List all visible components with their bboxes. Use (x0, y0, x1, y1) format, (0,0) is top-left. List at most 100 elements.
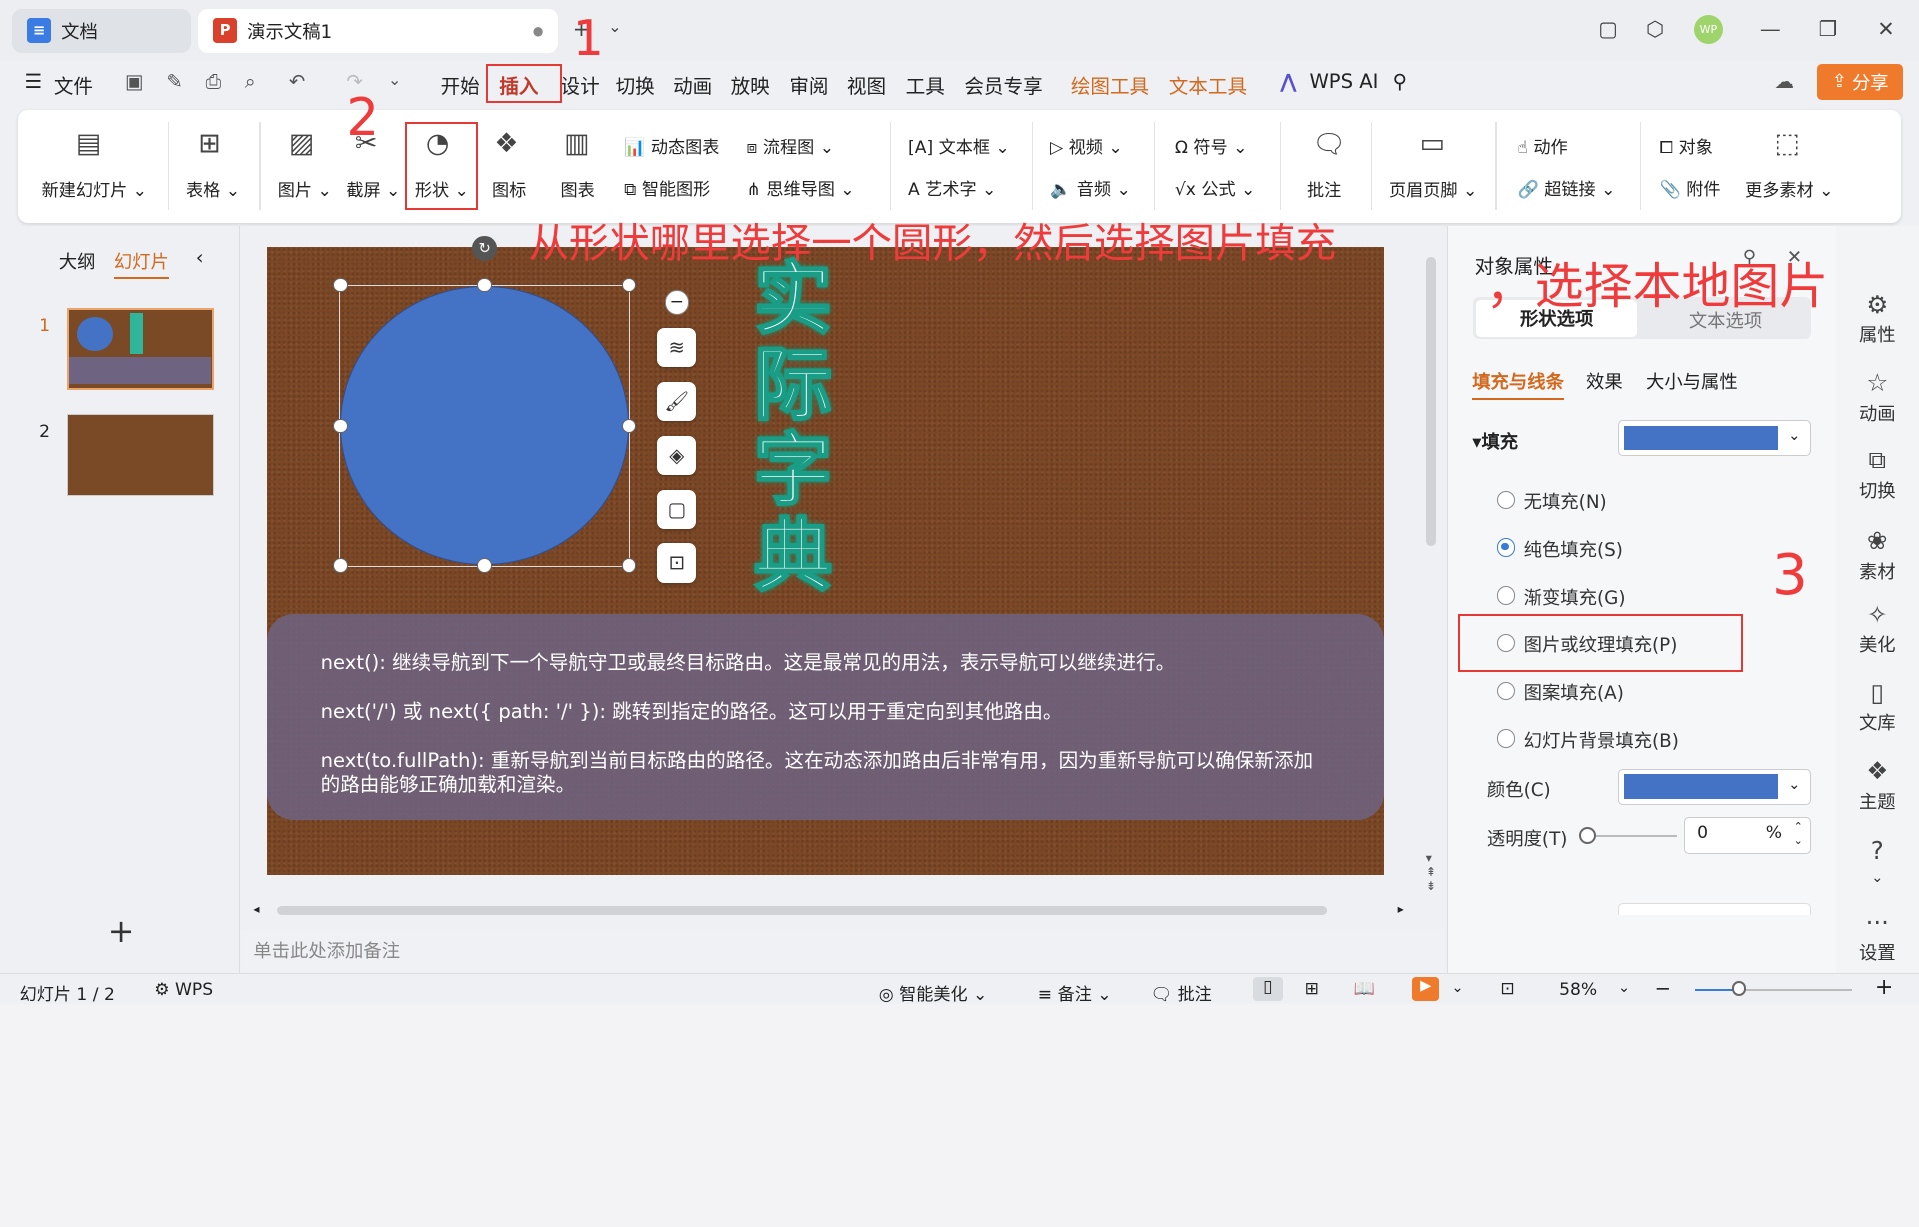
cloud-upload-icon[interactable]: ☁ (1775, 70, 1795, 93)
menu-drawing-tools[interactable]: 绘图工具 (1071, 70, 1149, 99)
resize-handle[interactable] (621, 558, 637, 573)
notes-input[interactable]: 单击此处添加备注 (241, 930, 1445, 972)
cube-icon[interactable]: ⬡ (1646, 17, 1664, 41)
sidebar-transition[interactable]: ⧉ 切换 (1836, 445, 1919, 502)
menu-review[interactable]: 审阅 (789, 70, 828, 99)
transparency-input[interactable]: 0% ⌃ ⌄ (1683, 817, 1812, 855)
outline-tab[interactable]: 大纲 (59, 248, 96, 274)
hamburger-icon[interactable]: ☰ (24, 70, 42, 93)
tab-docs[interactable]: ≡ 文档 (12, 8, 191, 53)
rotate-handle-icon[interactable]: ↻ (472, 236, 497, 261)
radio-gradient-fill[interactable] (1496, 586, 1516, 605)
picture-button[interactable]: 图片 ⌄ (278, 176, 332, 201)
symbol-button[interactable]: Ω 符号 ⌄ (1175, 133, 1248, 158)
notes-button[interactable]: ≡ 备注 ⌄ (1038, 980, 1112, 1003)
reading-view-icon[interactable]: 📖 (1354, 979, 1375, 999)
scroll-right-icon[interactable]: ▸ (1398, 902, 1404, 916)
formula-button[interactable]: √x 公式 ⌄ (1175, 175, 1256, 200)
fill-color-select[interactable]: ⌄ (1617, 419, 1812, 457)
resize-handle[interactable] (332, 277, 348, 293)
brush-icon[interactable]: 🖌 (657, 381, 697, 421)
sidebar-beautify[interactable]: ✧ 美化 (1836, 600, 1919, 657)
flowchart-button[interactable]: ⧈ 流程图 ⌄ (747, 133, 835, 158)
resize-handle[interactable] (332, 418, 348, 434)
object-button[interactable]: ⧠ 对象 (1659, 133, 1712, 158)
mindmap-button[interactable]: ⋔ 思维导图 ⌄ (747, 175, 855, 200)
close-icon[interactable]: ✕ (1877, 17, 1894, 41)
smart-beautify-button[interactable]: ◎ 智能美化 ⌄ (879, 980, 988, 1003)
image-crop-icon[interactable]: ⊡ (657, 543, 697, 583)
vertical-title[interactable]: 实际字典 (753, 255, 842, 600)
print-icon[interactable]: ⎙ (206, 70, 222, 93)
icon-button[interactable]: 图标 (492, 176, 526, 201)
add-slide-icon[interactable]: + (108, 912, 135, 950)
resize-handle[interactable] (621, 277, 637, 293)
resize-handle[interactable] (477, 558, 492, 573)
vertical-scrollbar[interactable] (1425, 256, 1436, 546)
fit-window-icon[interactable]: ⊡ (1500, 979, 1514, 999)
zoom-in-icon[interactable]: + (1875, 975, 1893, 1000)
print-preview-icon[interactable]: ⌕ (245, 70, 256, 93)
wps-ai-icon[interactable]: ⋀ (1280, 70, 1297, 93)
transparency-slider[interactable] (1586, 834, 1677, 838)
color-select[interactable]: ⌄ (1617, 768, 1812, 806)
zoom-out-icon[interactable]: − (1655, 977, 1671, 1000)
format-painter-icon[interactable]: ✎ (166, 70, 182, 93)
outline-icon[interactable]: ▢ (657, 489, 697, 529)
chevron-down-icon[interactable]: ⌄ (1836, 869, 1919, 886)
grid-view-icon[interactable]: ⊞ (1305, 979, 1319, 999)
subtab-size[interactable]: 大小与属性 (1646, 368, 1738, 394)
menu-view[interactable]: 视图 (847, 70, 886, 99)
menu-animation[interactable]: 动画 (673, 70, 712, 99)
subtab-effect[interactable]: 效果 (1586, 368, 1623, 394)
window-layout-icon[interactable]: ▢ (1598, 17, 1618, 41)
unsaved-dot-icon[interactable]: ● (533, 24, 544, 38)
radio-background-fill[interactable] (1496, 729, 1516, 748)
slide-thumbnail-1[interactable] (67, 308, 215, 391)
sidebar-animation[interactable]: ☆ 动画 (1836, 368, 1919, 425)
play-icon[interactable]: ▶ (1412, 976, 1440, 1002)
new-slide-button[interactable]: 新建幻灯片 ⌄ (42, 176, 147, 201)
sidebar-settings[interactable]: ··· 设置 (1836, 908, 1919, 965)
menu-slideshow[interactable]: 放映 (731, 70, 770, 99)
wps-status[interactable]: ⚙ WPS (154, 980, 213, 1000)
fill-bucket-icon[interactable]: ◈ (657, 435, 697, 475)
header-footer-button[interactable]: 页眉页脚 ⌄ (1389, 176, 1477, 201)
slides-tab[interactable]: 幻灯片 (113, 248, 169, 279)
menu-file[interactable]: 文件 (54, 70, 93, 99)
radio-solid-fill[interactable] (1496, 538, 1516, 557)
radio-pattern-fill[interactable] (1496, 681, 1516, 700)
sidebar-material[interactable]: ❀ 素材 (1836, 526, 1919, 583)
chart-button[interactable]: 图表 (561, 176, 595, 201)
tab-presentation[interactable]: P 演示文稿1 ● (198, 8, 559, 53)
scroll-down-icon[interactable]: ▾ ⇞ ⇟ (1426, 851, 1436, 893)
comment-status-button[interactable]: 🗨 批注 (1150, 980, 1211, 1003)
horizontal-scrollbar[interactable] (276, 905, 1327, 916)
avatar[interactable]: WP (1693, 14, 1724, 45)
action-button[interactable]: ☝ 动作 (1518, 133, 1568, 158)
dynamic-chart-button[interactable]: 📊 动态图表 (624, 133, 719, 158)
audio-button[interactable]: 🔈 音频 ⌄ (1050, 175, 1131, 200)
menu-transition[interactable]: 切换 (616, 70, 655, 99)
slide[interactable]: 实际字典 next(): 继续导航到下一个导航守卫或最终目标路由。这是最常见的用… (266, 247, 1385, 875)
collapse-panel-icon[interactable]: ‹ (196, 246, 204, 269)
smart-graphic-button[interactable]: ⧉ 智能图形 (624, 175, 710, 200)
normal-view-icon[interactable]: ▯ (1253, 976, 1283, 1002)
save-icon[interactable]: ▣ (125, 70, 144, 93)
chevron-down-icon[interactable]: ⌄ (608, 17, 621, 36)
menu-text-tools[interactable]: 文本工具 (1169, 70, 1247, 99)
search-icon[interactable]: ⚲ (1393, 70, 1407, 93)
layers-icon[interactable]: ≋ (657, 327, 697, 368)
collapse-toolbar-icon[interactable]: − (664, 290, 689, 315)
screenshot-button[interactable]: 截屏 ⌄ (346, 176, 400, 201)
share-button[interactable]: ⇪ 分享 (1817, 63, 1903, 101)
hyperlink-button[interactable]: 🔗 超链接 ⌄ (1518, 175, 1616, 200)
fill-section-header[interactable]: ▾填充 (1472, 428, 1518, 454)
sidebar-theme[interactable]: ❖ 主题 (1836, 756, 1919, 813)
play-options-icon[interactable]: ⌄ (1451, 979, 1463, 996)
sidebar-library[interactable]: ▯ 文库 (1836, 678, 1919, 735)
wordart-button[interactable]: A 艺术字 ⌄ (908, 175, 996, 200)
attachment-button[interactable]: 📎 附件 (1659, 175, 1720, 200)
help-icon[interactable]: ? (1836, 836, 1919, 867)
textbox-button[interactable]: [A] 文本框 ⌄ (908, 133, 1010, 158)
